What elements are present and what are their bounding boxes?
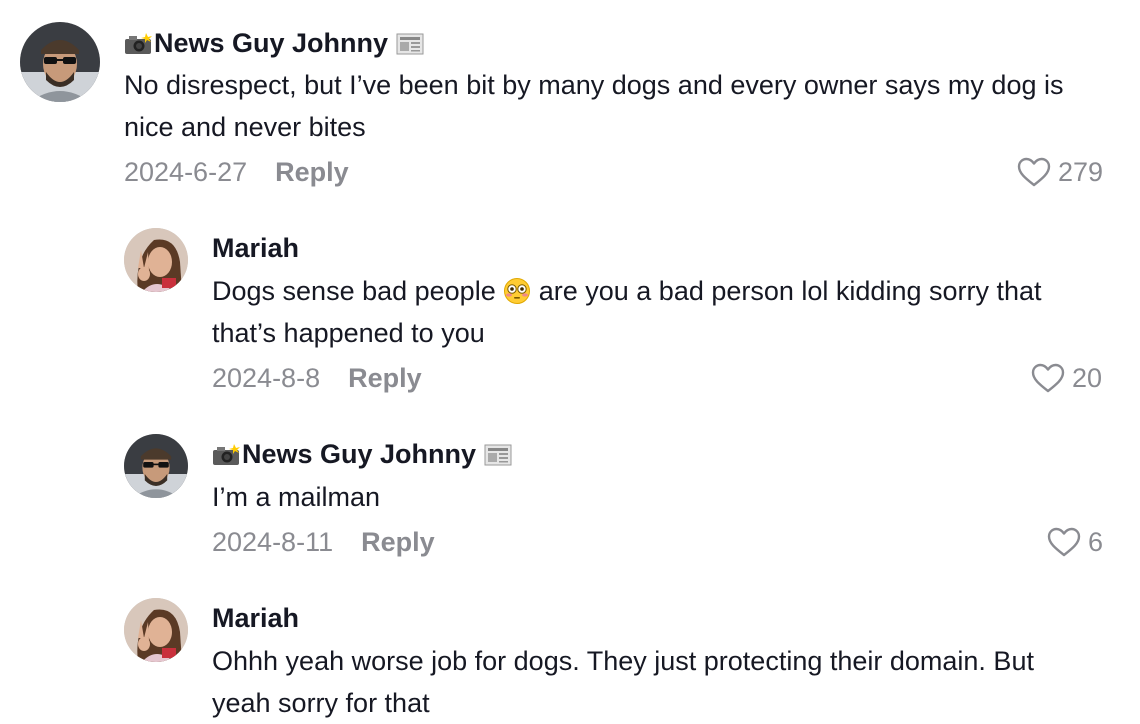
comment-username[interactable]: Mariah [212, 232, 299, 264]
comment-text: No disrespect, but I’ve been bit by many… [124, 70, 1064, 142]
mariah-avatar-icon [124, 228, 188, 292]
heart-outline-icon [1031, 363, 1065, 393]
reply-button[interactable]: Reply [348, 363, 422, 393]
mariah-avatar-icon [124, 598, 188, 662]
flushed-face-emoji-icon [503, 275, 531, 304]
avatar[interactable] [124, 434, 188, 498]
comment-date: 2024-6-27 [124, 157, 248, 187]
reply-button[interactable]: Reply [361, 527, 435, 557]
comment-text: Dogs sense bad people are you a bad pers… [212, 275, 1042, 348]
heart-outline-icon [1047, 527, 1081, 557]
like-button[interactable]: 279 [1016, 156, 1103, 188]
heart-outline-icon [1017, 157, 1051, 187]
newspaper-emoji-icon [484, 442, 512, 466]
johnny-avatar-icon [20, 22, 100, 102]
camera-flash-emoji-icon [212, 442, 240, 466]
comment-text: Ohhh yeah worse job for dogs. They just … [212, 646, 1034, 718]
johnny-avatar-icon [124, 434, 188, 498]
camera-flash-emoji-icon [124, 31, 152, 55]
comment-username[interactable]: News Guy Johnny [124, 27, 424, 59]
avatar[interactable] [124, 228, 188, 292]
comment-meta: 2024-8-11 Reply [212, 526, 435, 558]
comment-meta: 2024-6-27 Reply [124, 156, 349, 188]
like-count: 279 [1058, 157, 1104, 187]
comment-meta: 2024-8-8 Reply [212, 362, 422, 394]
like-button[interactable]: 6 [1046, 526, 1103, 558]
like-count: 20 [1072, 363, 1103, 393]
like-button[interactable]: 20 [1030, 362, 1102, 394]
newspaper-emoji-icon [396, 31, 424, 55]
reply-button[interactable]: Reply [275, 157, 349, 187]
avatar[interactable] [20, 22, 100, 102]
comment-text: I’m a mailman [212, 482, 381, 512]
comment-username[interactable]: Mariah [212, 602, 299, 634]
comment-username[interactable]: News Guy Johnny [212, 438, 512, 470]
comment-date: 2024-8-8 [212, 363, 321, 393]
avatar[interactable] [124, 598, 188, 662]
like-count: 6 [1088, 527, 1104, 557]
comment-date: 2024-8-11 [212, 527, 334, 557]
